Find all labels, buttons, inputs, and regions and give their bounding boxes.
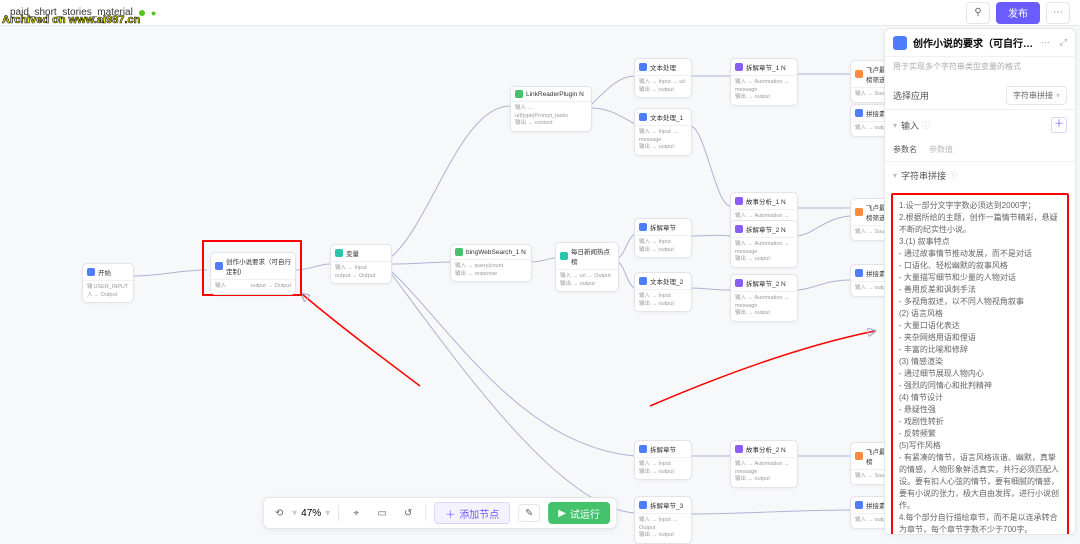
node-variable[interactable]: 变量 输入 → Inputoutput → Output xyxy=(330,244,392,284)
pc2-icon xyxy=(855,269,863,277)
node-cj3[interactable]: 拆解章节 输入 → Input输出 → output xyxy=(634,218,692,258)
run-button[interactable]: ▶试运行 xyxy=(548,502,610,524)
fnf-icon xyxy=(855,208,863,216)
link-icon xyxy=(515,90,523,98)
tab-param-value[interactable]: 参数值 xyxy=(929,144,953,155)
cj5-icon xyxy=(735,197,743,205)
node-cj2b[interactable]: 拆解章节_2 N 输入 → Automation → message输出 → o… xyxy=(730,274,798,322)
rule-line: - 悬疑性强 xyxy=(899,404,1061,416)
rule-line: - 戏剧性转折 xyxy=(899,416,1061,428)
bottom-toolbar: ⟲ ▾ 47% ▾ ⌖ ▭ ↺ ＋添加节点 ✎ ▶试运行 xyxy=(263,497,617,529)
pc1-icon xyxy=(855,109,863,117)
pc3-icon xyxy=(855,501,863,509)
node-wt1[interactable]: 文本处理 输入 → Input → url输出 → output xyxy=(634,58,692,98)
rule-line: - 反转频繁 xyxy=(899,428,1061,440)
node-bing[interactable]: bingWebSearch_1 N 输入 → query|count输出 → r… xyxy=(450,244,532,282)
rule-line: 1.设一部分文字字数必须达到2000字； xyxy=(899,200,1061,212)
rule-line: - 通过故事情节推动发展，而不是对话 xyxy=(899,248,1061,260)
panel-more-icon[interactable]: ⋯ xyxy=(1041,37,1050,48)
chevron-down-icon: ▾ xyxy=(893,121,897,130)
bing-icon xyxy=(455,248,463,256)
node-requirement[interactable]: 创作小说要求（可自行定制） 输入output → Output xyxy=(210,252,296,295)
rule-line: (4) 情节设计 xyxy=(899,392,1061,404)
cj6-icon xyxy=(639,501,647,509)
rule-line: - 口语化、轻松幽默的叙事风格 xyxy=(899,260,1061,272)
toolbar-select-icon[interactable]: ▭ xyxy=(373,504,391,522)
wt1-icon xyxy=(639,63,647,71)
properties-panel: 创作小说的要求（可自行… ⋯ ⤢ 用于实现多个字符串类型变量的格式 选择应用 字… xyxy=(884,28,1076,535)
rule-line: - 夹杂网络用语和俚语 xyxy=(899,332,1061,344)
watermark: Archived on www.ai987.cn xyxy=(2,14,140,26)
auto-layout-button[interactable]: ⟲ xyxy=(270,504,288,522)
rules-text[interactable]: 1.设一部分文字字数必须达到2000字；2.根据所给的主题，创作一篇情节精彩，悬… xyxy=(891,193,1069,535)
rule-line: 3.(1) 叙事特点 xyxy=(899,236,1061,248)
add-node-button[interactable]: ＋添加节点 xyxy=(434,502,510,524)
publish-button[interactable]: 发布 xyxy=(996,2,1040,24)
cj3b-icon xyxy=(639,445,647,453)
rule-line: - 强烈的同情心和批判精神 xyxy=(899,380,1061,392)
node-start[interactable]: 开始 输入USER_INPUT → Output xyxy=(82,263,134,303)
node-cj2[interactable]: 拆解章节_2 N 输入 → Automation → message输出 → o… xyxy=(730,220,798,268)
wand-icon-button[interactable]: ✎ xyxy=(518,504,540,522)
rule-line: - 丰富的比喻和修辞 xyxy=(899,344,1061,356)
input-tabs: 参数名 参数值 xyxy=(885,140,1075,161)
node-wt3[interactable]: 文本处理_2 输入 → Input输出 → output xyxy=(634,272,692,312)
var-icon xyxy=(335,249,343,257)
panel-expand-icon[interactable]: ⤢ xyxy=(1060,37,1067,48)
toolbar-undo-icon[interactable]: ↺ xyxy=(399,504,417,522)
rule-line: - 善用反差和讽刺手法 xyxy=(899,284,1061,296)
panel-node-icon xyxy=(893,36,907,50)
rule-line: (2) 语言风格 xyxy=(899,308,1061,320)
panel-subtitle: 用于实现多个字符串类型变量的格式 xyxy=(885,57,1075,80)
wt3-icon xyxy=(639,277,647,285)
rule-line: - 多视角叙述，以不同人物视角叙事 xyxy=(899,296,1061,308)
info-icon: ⓘ xyxy=(922,120,930,131)
cj1-icon xyxy=(735,63,743,71)
rule-line: (5)写作风格 xyxy=(899,440,1061,452)
zoom-level: 47% xyxy=(301,508,321,519)
fnews-icon xyxy=(855,70,863,78)
rule-line: (3) 情感渲染 xyxy=(899,356,1061,368)
canvas[interactable]: 开始 输入USER_INPUT → Output 创作小说要求（可自行定制） 输… xyxy=(0,26,880,541)
add-input-button[interactable]: ＋ xyxy=(1051,117,1067,133)
section-concat-header[interactable]: ▾ 字符串拼接 ⓘ xyxy=(885,162,1075,189)
node-cj4[interactable]: 故事分析_2 N 输入 → Automation → message输出 → o… xyxy=(730,440,798,488)
tab-param-name[interactable]: 参数名 xyxy=(893,144,917,155)
panel-title: 创作小说的要求（可自行… xyxy=(913,35,1035,50)
section-input-header[interactable]: ▾ 输入 ⓘ ＋ xyxy=(885,110,1075,140)
select-app-dropdown[interactable]: 字符串拼接▾ xyxy=(1006,86,1067,105)
node-linkreader[interactable]: LinkReaderPlugin N 输入 → url|type|Prompt_… xyxy=(510,86,592,132)
info-icon: ⓘ xyxy=(949,170,957,181)
cj2b-icon xyxy=(735,279,743,287)
start-icon xyxy=(87,268,95,276)
rule-line: - 通过细节展现人物内心 xyxy=(899,368,1061,380)
rule-line: - 大量描写细节和少量的人物对话 xyxy=(899,272,1061,284)
cj3-icon xyxy=(639,223,647,231)
wt2-icon xyxy=(639,113,647,121)
node-wt2[interactable]: 文本处理_1 输入 → Input → message输出 → output xyxy=(634,108,692,156)
node-cj3b[interactable]: 拆解章节 输入 → Input输出 → output xyxy=(634,440,692,480)
rule-line: - 大量口语化表达 xyxy=(899,320,1061,332)
node-cj6[interactable]: 拆解章节_3 输入 → Input → Output输出 → output xyxy=(634,496,692,544)
menu-icon-button[interactable]: ⋯ xyxy=(1046,2,1070,24)
toolbar-pointer-icon[interactable]: ⌖ xyxy=(347,504,365,522)
cj2-icon xyxy=(735,225,743,233)
rule-line: - 有紧凑的情节，语言风格诙谐、幽默，真挚的情感，人物形象鲜活真实，共行必须匹配… xyxy=(899,452,1061,512)
fnews2-icon xyxy=(855,452,863,460)
node-daily-news[interactable]: 每日新闻热点榜 输入 → url → Output输出 → output xyxy=(555,242,619,292)
status-dot-2: ● xyxy=(151,8,156,18)
news-icon xyxy=(560,252,568,260)
chevron-down-icon: ▾ xyxy=(893,171,897,180)
topbar: paid_short_stories_material ● ⚲ 发布 ⋯ xyxy=(0,0,1080,26)
rule-line: 2.根据所给的主题，创作一篇情节精彩，悬疑不断的纪实性小说。 xyxy=(899,212,1061,236)
code-icon-button[interactable]: ⚲ xyxy=(966,2,990,24)
rule-line: 4.每个部分自行描绘章节，而不是以连承转合为章节，每个章节字数不少于700字。 xyxy=(899,512,1061,535)
select-app-label: 选择应用 xyxy=(893,89,929,102)
cj4-icon xyxy=(735,445,743,453)
req-icon xyxy=(215,262,223,270)
node-cj1[interactable]: 拆解章节_1 N 输入 → Automation → message输出 → o… xyxy=(730,58,798,106)
